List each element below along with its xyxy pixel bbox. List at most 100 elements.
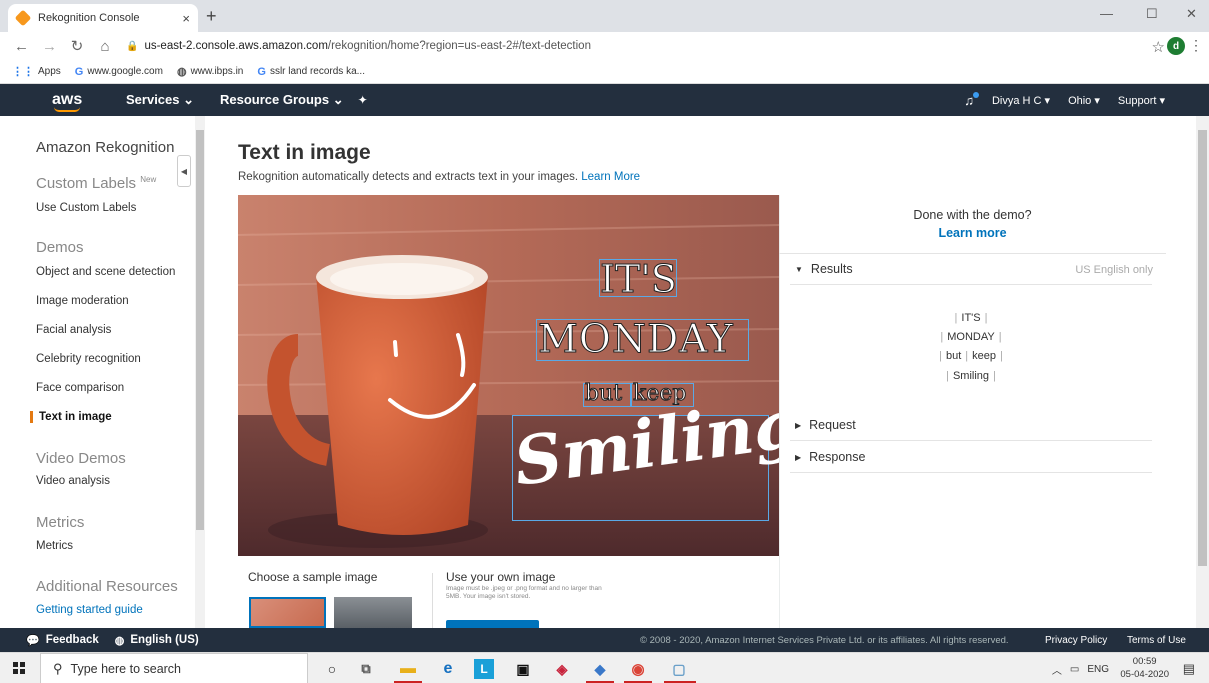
sidebar-item-getting-started[interactable]: Getting started guide — [36, 604, 143, 616]
bookmarks-bar: ⋮⋮ Apps G www.google.com ◍ www.ibps.in G… — [0, 60, 1209, 84]
app-l-icon[interactable]: L — [474, 659, 494, 679]
sidebar-item-metrics[interactable]: Metrics — [36, 540, 73, 552]
bookmark-label: www.ibps.in — [190, 66, 244, 77]
result-line: | but | keep | — [939, 350, 1003, 362]
chevron-up-icon[interactable]: ︿ — [1052, 662, 1062, 677]
sidebar-item-use-custom-labels[interactable]: Use Custom Labels — [36, 202, 136, 214]
feedback-label: Feedback — [45, 634, 99, 646]
windows-start-icon[interactable] — [13, 662, 25, 674]
cortana-icon[interactable]: ○ — [322, 659, 342, 679]
caret-right-icon: ▶ — [795, 420, 802, 430]
upload-button[interactable] — [446, 620, 539, 628]
window-close-icon[interactable]: ✕ — [1186, 6, 1197, 22]
request-toggle[interactable]: ▶ Request — [795, 418, 856, 432]
tab-title: Rekognition Console — [38, 12, 140, 24]
profile-avatar[interactable]: d — [1167, 37, 1185, 55]
browser-menu-icon[interactable]: ⋮ — [1189, 37, 1203, 54]
url-field[interactable]: 🔒 us-east-2.console.aws.amazon.com /reko… — [126, 40, 591, 52]
sidebar-item-video-analysis[interactable]: Video analysis — [36, 475, 110, 487]
language-selector[interactable]: ◍ English (US) — [115, 634, 199, 647]
bookmark-ibps[interactable]: ◍ www.ibps.in — [177, 65, 243, 78]
speech-bubble-icon: 💬 — [26, 634, 40, 647]
sidebar-item-image-moderation[interactable]: Image moderation — [36, 295, 129, 307]
privacy-policy-link[interactable]: Privacy Policy — [1045, 635, 1107, 646]
divider — [779, 253, 1166, 254]
sidebar-scroll-thumb[interactable] — [196, 130, 204, 530]
tab-close-icon[interactable]: × — [182, 11, 190, 26]
bookmark-star-icon[interactable]: ☆ — [1152, 38, 1165, 56]
support-menu[interactable]: Support ▾ — [1118, 94, 1165, 107]
back-icon[interactable]: ← — [14, 38, 29, 55]
minimize-icon[interactable]: — — [1100, 6, 1113, 21]
home-icon[interactable]: ⌂ — [98, 38, 112, 55]
chrome-icon[interactable]: ◉ — [628, 659, 648, 679]
taskbar-search[interactable]: ⚲ Type here to search — [40, 653, 308, 683]
bookmark-label: sslr land records ka... — [269, 66, 365, 77]
app-generic-icon[interactable]: ◆ — [590, 659, 610, 679]
resource-groups-menu[interactable]: Resource Groups ⌄ — [220, 92, 344, 108]
bell-icon[interactable]: ♫ — [964, 91, 979, 108]
sidebar-item-object-scene[interactable]: Object and scene detection — [36, 266, 175, 278]
sidebar-title[interactable]: Amazon Rekognition — [36, 139, 174, 156]
windows-taskbar: ⚲ Type here to search ○ ⧉ ▬ e L ▣ ◈ ◆ ◉ … — [0, 652, 1209, 683]
request-label: Request — [809, 418, 856, 432]
sidebar — [0, 116, 205, 628]
paint-icon[interactable]: ▢ — [669, 659, 689, 679]
bookmark-label: www.google.com — [87, 66, 163, 77]
terms-of-use-link[interactable]: Terms of Use — [1127, 635, 1186, 646]
services-menu[interactable]: Services ⌄ — [126, 92, 194, 108]
sidebar-collapse-button[interactable]: ◀ — [177, 155, 191, 187]
edge-browser-icon[interactable]: e — [438, 659, 458, 679]
mcafee-icon[interactable]: ◈ — [552, 659, 572, 679]
clock[interactable]: 00:59 05-04-2020 — [1120, 655, 1169, 681]
region-menu[interactable]: Ohio ▾ — [1068, 94, 1100, 107]
sample-thumbnail-coffee[interactable] — [249, 597, 326, 628]
bookmark-google[interactable]: G www.google.com — [75, 66, 163, 78]
file-explorer-icon[interactable]: ▬ — [398, 659, 418, 679]
image-word-but: but — [584, 381, 623, 407]
page-subtitle: Rekognition automatically detects and ex… — [238, 171, 640, 183]
browser-tab-bar: Rekognition Console × + — ☐ ✕ — [0, 0, 1209, 32]
language-label: English (US) — [130, 634, 199, 646]
bookmark-sslr[interactable]: G sslr land records ka... — [257, 66, 365, 78]
feedback-button[interactable]: 💬 Feedback — [26, 634, 99, 647]
divider — [790, 284, 1152, 285]
store-icon[interactable]: ▣ — [513, 659, 533, 679]
battery-icon[interactable]: ▭ — [1070, 664, 1079, 675]
result-word: but — [945, 350, 962, 362]
main-scroll-thumb[interactable] — [1198, 130, 1207, 566]
results-toggle[interactable]: ▼ Results — [795, 262, 853, 276]
page-title: Text in image — [238, 141, 371, 164]
new-badge: New — [140, 175, 157, 184]
search-placeholder: Type here to search — [70, 661, 182, 676]
own-image-note: Image must be .jpeg or .png format and n… — [446, 585, 602, 600]
sample-thumbnail-street[interactable] — [334, 597, 412, 628]
browser-tab[interactable]: Rekognition Console × — [8, 4, 198, 32]
learn-more-button[interactable]: Learn more — [779, 226, 1166, 240]
divider — [790, 472, 1152, 473]
clock-time: 00:59 — [1132, 656, 1157, 667]
results-label: Results — [810, 262, 853, 276]
pin-icon[interactable]: ✦ — [358, 93, 368, 107]
input-language[interactable]: ENG — [1087, 664, 1109, 675]
response-toggle[interactable]: ▶ Response — [795, 450, 865, 464]
sidebar-item-celebrity[interactable]: Celebrity recognition — [36, 353, 141, 365]
url-host: us-east-2.console.aws.amazon.com — [144, 40, 328, 52]
sidebar-item-text-in-image[interactable]: Text in image — [30, 411, 112, 423]
globe-icon: ◍ — [114, 634, 125, 647]
maximize-icon[interactable]: ☐ — [1146, 6, 1158, 22]
bookmark-apps[interactable]: ⋮⋮ Apps — [12, 65, 61, 78]
reload-icon[interactable]: ↻ — [70, 37, 84, 55]
learn-more-link[interactable]: Learn More — [581, 171, 640, 183]
copyright-text: © 2008 - 2020, Amazon Internet Services … — [640, 634, 1009, 646]
forward-icon[interactable]: → — [42, 38, 57, 55]
aws-logo[interactable]: aws — [52, 91, 90, 112]
aws-top-nav: aws Services ⌄ Resource Groups ⌄ ✦ ♫ Div… — [0, 84, 1209, 116]
sidebar-item-facial-analysis[interactable]: Facial analysis — [36, 324, 111, 336]
task-view-icon[interactable]: ⧉ — [356, 659, 376, 679]
sidebar-item-face-comparison[interactable]: Face comparison — [36, 382, 124, 394]
clock-date: 05-04-2020 — [1120, 669, 1169, 680]
user-menu[interactable]: Divya H C ▾ — [992, 94, 1050, 107]
new-tab-button[interactable]: + — [206, 6, 217, 27]
notifications-icon[interactable]: ▤ — [1183, 661, 1195, 677]
